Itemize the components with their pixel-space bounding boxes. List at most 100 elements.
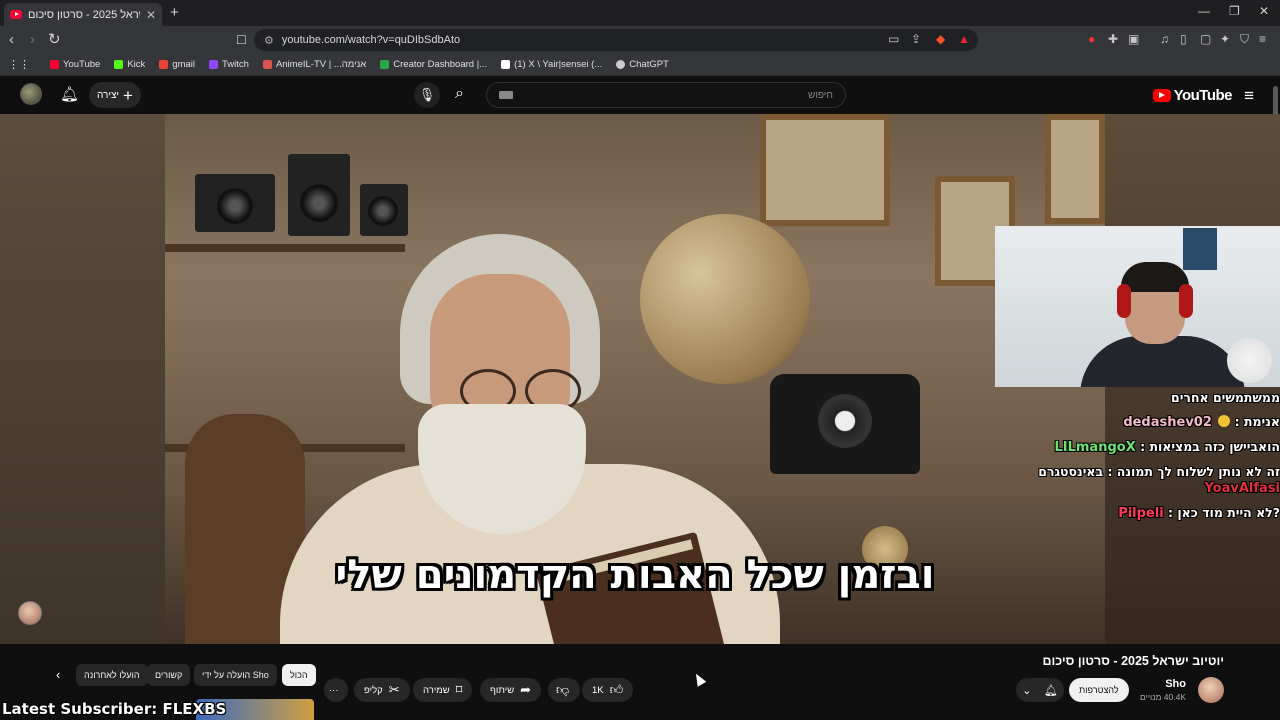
create-label: יצירה [97, 89, 120, 101]
browser-toolbar: ‹ › ↻ ☐ ⚙ youtube.com/watch?v=quDIbSdbAt… [0, 26, 1280, 54]
streamer-small-avatar [18, 601, 42, 625]
old-photo-frame [760, 114, 890, 226]
share-label: שיתוף [490, 684, 515, 696]
chevron-down-icon: ⌄ [1022, 684, 1032, 697]
forward-icon[interactable]: › [30, 31, 35, 49]
bookmark-twitch[interactable]: Twitch [209, 59, 249, 70]
youtube-header: 🔔︎ יצירה + 🎙︎ ⌕ חיפוש YouTube ≡ [0, 77, 1280, 114]
new-tab-button[interactable]: + [170, 4, 179, 21]
youtube-logo[interactable]: YouTube [1152, 87, 1233, 104]
guide-menu-icon[interactable]: ≡ [1244, 87, 1254, 104]
youtube-play-logo-icon [1152, 89, 1171, 102]
bookmark-page-icon[interactable]: ☐ [236, 31, 247, 49]
restore-icon[interactable]: ❐ [1229, 4, 1240, 18]
vpn-icon[interactable]: ⛉ [1240, 32, 1249, 47]
headset-icon [1117, 284, 1131, 318]
share-button[interactable]: שיתוף ➦ [480, 678, 542, 702]
menu-icon[interactable]: ≡ [1259, 32, 1266, 46]
clip-button[interactable]: קליפ ✂ [354, 678, 410, 702]
brave-rewards-icon[interactable]: ▲ [958, 32, 970, 46]
save-button[interactable]: שמירה ⌑ [413, 678, 473, 702]
bookmark-youtube[interactable]: YouTube [50, 59, 100, 70]
chat-text: זה לא נותן לשלוח לך תמונה : באינסטגרם [1038, 464, 1280, 479]
bookmark-x[interactable]: (1) X \ Yair|sensei (... [501, 59, 602, 70]
scissors-icon: ✂ [388, 682, 400, 697]
tab-close-icon[interactable]: ✕ [146, 8, 156, 22]
kick-creator-bookmark-icon [380, 60, 390, 69]
save-label: שמירה [423, 684, 450, 696]
keyboard-icon[interactable] [499, 91, 513, 99]
bookmark-chatgpt[interactable]: ChatGPT [616, 59, 669, 70]
address-bar[interactable]: ⚙ youtube.com/watch?v=quDIbSdbAto [254, 29, 978, 51]
url-text: youtube.com/watch?v=quDIbSdbAto [281, 34, 461, 46]
cast-icon[interactable]: ▭ [888, 32, 899, 46]
plus-icon: + [123, 85, 133, 105]
more-actions-button[interactable]: ··· [324, 678, 348, 702]
window-close-icon[interactable]: ✕ [1259, 4, 1269, 18]
extensions-icon[interactable]: ✚ [1108, 32, 1118, 46]
channel-avatar[interactable] [1198, 677, 1224, 703]
x-bookmark-icon [501, 60, 511, 69]
chip-recently-uploaded[interactable]: הועלו לאחרונה [76, 664, 148, 686]
media-icon[interactable]: ♫ [1160, 32, 1169, 46]
chat-message: אנימת : dedashev02 [1028, 414, 1280, 431]
notifications-bell-icon[interactable]: 🔔︎ [60, 85, 79, 103]
chip-all[interactable]: הכול [282, 664, 316, 686]
voice-search-mic-icon[interactable]: 🎙︎ [414, 82, 440, 108]
youtube-bookmark-icon [50, 60, 59, 69]
brave-shield-icon[interactable]: ◆ [936, 32, 945, 46]
like-dislike-group: 1K 👍︎ [582, 678, 634, 702]
chat-username: YoavAlfasi [1204, 481, 1280, 496]
account-avatar[interactable] [20, 83, 42, 105]
notification-dropdown[interactable]: ⌄ 🔔︎ [1016, 678, 1064, 702]
wallet-icon[interactable]: ▢ [1200, 32, 1211, 46]
like-thumb-icon[interactable]: 👍︎ [610, 682, 624, 698]
channel-name[interactable]: Sho [1165, 678, 1186, 690]
bookmark-kick[interactable]: Kick [114, 59, 145, 70]
chip-from-channel[interactable]: הועלה על ידי Sho [194, 664, 277, 686]
subscribe-button[interactable]: להצטרפות [1069, 678, 1129, 702]
kick-bookmark-icon [114, 60, 124, 69]
chips-prev-chevron-icon[interactable]: ‹ [56, 667, 60, 682]
chat-message: זה לא נותן לשלוח לך תמונה : באינסטגרם Yo… [1028, 464, 1280, 497]
create-button[interactable]: יצירה + [89, 82, 141, 108]
bookmark-animeil[interactable]: AnimeIL-TV | ...אנימה [262, 59, 366, 70]
gmail-bookmark-icon [159, 60, 169, 69]
back-icon[interactable]: ‹ [9, 31, 14, 49]
search-placeholder: חיפוש [808, 89, 833, 101]
bookmark-gmail[interactable]: gmail [159, 59, 195, 70]
old-photo-frame [1045, 114, 1105, 224]
share-page-icon[interactable]: ⇪ [911, 32, 921, 46]
search-input[interactable]: חיפוש [486, 82, 846, 108]
chat-text: ?לא היית מוד כאן : [1168, 505, 1280, 520]
chat-username: Pilpeli [1118, 506, 1164, 521]
chat-message: הואביישן כזה במציאות : LILmangoX [1028, 439, 1280, 456]
chat-message: ממשתמשים אחרים [1028, 390, 1280, 406]
clip-label: קליפ [364, 684, 383, 696]
chat-message: ?לא היית מוד כאן : Pilpeli [1028, 505, 1280, 522]
rotary-phone [770, 374, 920, 474]
chat-username: dedashev02 [1123, 415, 1212, 430]
extension-record-icon[interactable]: ● [1088, 32, 1095, 46]
screenshot-icon[interactable]: ▣ [1128, 32, 1139, 46]
reload-icon[interactable]: ↻ [48, 31, 61, 49]
sidebar-icon[interactable]: ▯ [1180, 32, 1187, 46]
dislike-thumb-icon: 👎︎ [556, 682, 570, 697]
leo-ai-icon[interactable]: ✦ [1220, 32, 1230, 46]
chip-related[interactable]: קשורים [147, 664, 191, 686]
shelf [165, 244, 405, 252]
tab-title: יוטיוב ישראל 2025 - סרטון סיכום [28, 8, 140, 21]
bookmark-creator-dashboard[interactable]: Creator Dashboard |... [380, 59, 487, 70]
bookmark-icon: ⌑ [455, 682, 463, 697]
twitch-bookmark-icon [209, 60, 218, 69]
youtube-favicon-icon [10, 10, 22, 19]
chat-text: ממשתמשים אחרים [1171, 390, 1280, 405]
like-count[interactable]: 1K [592, 685, 604, 696]
below-video: יוטיוב ישראל 2025 - סרטון סיכום Sho 40.4… [0, 644, 1280, 720]
minimize-icon[interactable]: — [1198, 4, 1210, 18]
search-icon[interactable]: ⌕ [455, 85, 464, 103]
site-info-icon[interactable]: ⚙ [264, 34, 274, 47]
dislike-button[interactable]: 👎︎ [548, 678, 580, 702]
browser-tab[interactable]: יוטיוב ישראל 2025 - סרטון סיכום ✕ [4, 3, 162, 26]
apps-grid-icon[interactable]: ⋮⋮ [8, 58, 30, 71]
